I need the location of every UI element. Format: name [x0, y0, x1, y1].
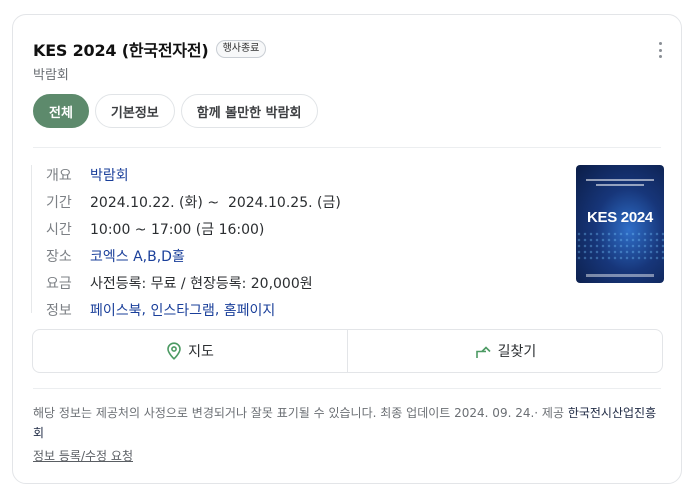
divider: [33, 388, 661, 389]
category-link[interactable]: 박람회: [90, 165, 129, 185]
map-label: 지도: [188, 344, 214, 360]
info-key: 정보: [46, 303, 72, 319]
info-row-links: 정보 페이스북, 인스타그램, 홈페이지: [46, 300, 275, 320]
info-row-place: 장소 코엑스 A,B,D홀: [46, 246, 185, 266]
action-bar: 지도 길찾기: [32, 329, 663, 373]
title-row: KES 2024 (한국전자전) 행사종료: [33, 37, 267, 61]
instagram-link[interactable]: 인스타그램: [150, 300, 214, 320]
info-rule: [31, 165, 32, 313]
poster-title: KES 2024: [587, 209, 653, 226]
info-key: 기간: [46, 195, 72, 211]
info-row-time: 시간 10:00 ~ 17:00 (금 16:00): [46, 219, 264, 239]
info-key: 시간: [46, 222, 72, 238]
poster-footer: [586, 274, 654, 277]
directions-arrow-icon: [474, 342, 492, 360]
period-value: 2024.10.22. (화) ~ 2024.10.25. (금): [90, 195, 341, 211]
tab-bar: 전체 기본정보 함께 볼만한 박람회: [33, 94, 318, 128]
map-button[interactable]: 지도: [33, 330, 347, 372]
poster-header: [586, 179, 654, 191]
directions-label: 길찾기: [497, 344, 537, 360]
info-key: 요금: [46, 276, 72, 292]
directions-button[interactable]: 길찾기: [347, 330, 662, 372]
link-separator: ,: [214, 302, 224, 318]
info-row-period: 기간 2024.10.22. (화) ~ 2024.10.25. (금): [46, 192, 341, 212]
info-row-category: 개요 박람회: [46, 165, 129, 185]
info-key: 개요: [46, 168, 72, 184]
fee-value: 사전등록: 무료 / 현장등록: 20,000원: [90, 276, 313, 292]
info-row-fee: 요금 사전등록: 무료 / 현장등록: 20,000원: [46, 273, 313, 293]
tab-all[interactable]: 전체: [33, 94, 89, 128]
event-poster[interactable]: KES 2024: [576, 165, 664, 283]
facebook-link[interactable]: 페이스북: [90, 300, 142, 320]
poster-graphic: [576, 231, 664, 261]
notice-text: 해당 정보는 제공처의 사정으로 변경되거나 잘못 표기될 수 있습니다. 최종…: [33, 406, 568, 420]
divider: [33, 147, 661, 148]
status-badge: 행사종료: [215, 40, 267, 58]
tab-basic-info[interactable]: 기본정보: [94, 94, 175, 128]
update-notice: 해당 정보는 제공처의 사정으로 변경되거나 잘못 표기될 수 있습니다. 최종…: [33, 403, 663, 443]
event-category: 박람회: [33, 68, 69, 83]
link-separator: ,: [141, 302, 151, 318]
map-pin-icon: [166, 342, 182, 360]
event-title[interactable]: KES 2024 (한국전자전): [33, 37, 209, 61]
info-key: 장소: [46, 249, 72, 265]
time-value: 10:00 ~ 17:00 (금 16:00): [90, 222, 265, 238]
place-link[interactable]: 코엑스 A,B,D홀: [90, 246, 185, 266]
tab-related-fairs[interactable]: 함께 볼만한 박람회: [180, 94, 318, 128]
edit-request-link[interactable]: 정보 등록/수정 요청: [33, 447, 133, 464]
homepage-link[interactable]: 홈페이지: [224, 300, 276, 320]
more-options-icon[interactable]: [659, 42, 663, 58]
event-card: KES 2024 (한국전자전) 행사종료 박람회 전체 기본정보 함께 볼만한…: [12, 14, 682, 484]
